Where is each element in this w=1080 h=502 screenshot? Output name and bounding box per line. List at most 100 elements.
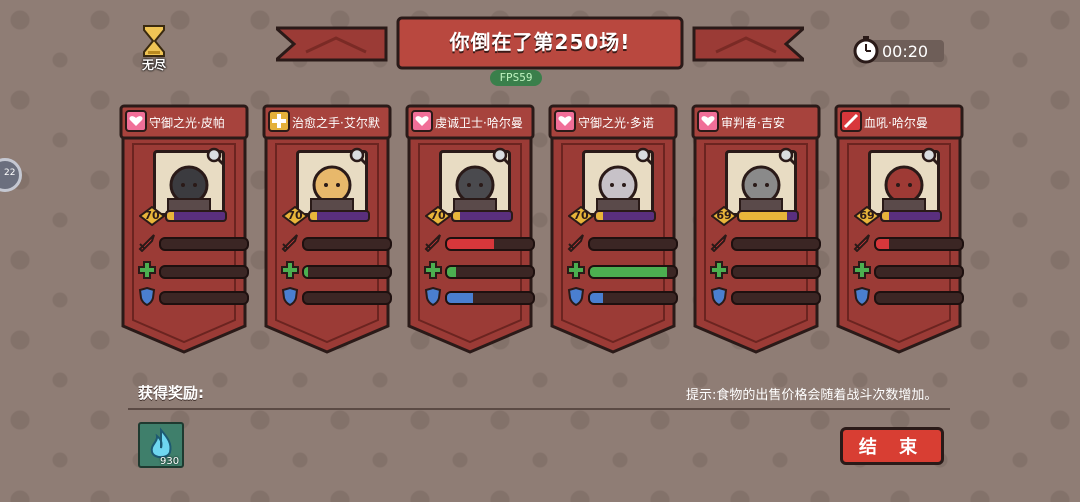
defense-fill — [447, 293, 473, 303]
heart-shield-icon — [411, 110, 433, 132]
xp-fill — [453, 212, 460, 220]
defense-bar — [874, 291, 964, 305]
attack-icon — [566, 232, 586, 256]
attack-fill — [447, 239, 495, 249]
hero-card[interactable]: 治愈之手·艾尔默 70 — [262, 104, 392, 356]
hero-card[interactable]: 血吼·哈尔曼 69 — [834, 104, 964, 356]
timer-text: 00:20 — [882, 42, 929, 61]
level-text: 69 — [859, 209, 875, 222]
magnifier-icon[interactable] — [348, 146, 368, 166]
defense-icon — [709, 286, 729, 310]
divider — [128, 408, 950, 410]
level-text: 69 — [716, 209, 732, 222]
magnifier-icon[interactable] — [920, 146, 940, 166]
attack-bar — [874, 237, 964, 251]
level-text: 70 — [430, 209, 446, 222]
level-text: 70 — [287, 209, 303, 222]
heal-bar — [874, 265, 964, 279]
xp-fill — [596, 212, 603, 220]
defense-bar — [445, 291, 535, 305]
attack-stat — [280, 232, 392, 253]
level-badge: 70 — [281, 205, 309, 227]
reward-count: 930 — [160, 456, 180, 467]
heal-icon — [423, 260, 443, 284]
attack-bar — [731, 237, 821, 251]
reward-label: 获得奖励: — [138, 384, 204, 402]
xp-bar — [165, 210, 227, 222]
magnifier-icon[interactable] — [491, 146, 511, 166]
heal-stat — [137, 260, 249, 280]
magnifier-icon[interactable] — [205, 146, 225, 166]
level-text: 70 — [144, 209, 160, 222]
magnifier-icon[interactable] — [634, 146, 654, 166]
heal-fill — [590, 267, 668, 277]
attack-bar — [159, 237, 249, 251]
attack-stat — [566, 232, 678, 253]
hourglass-icon — [143, 25, 165, 57]
defense-bar — [731, 291, 821, 305]
heart-shield-icon — [697, 110, 719, 132]
hero-card[interactable]: 守御之光·多诺 70 — [548, 104, 678, 356]
attack-stat — [709, 232, 821, 253]
card-frame — [834, 104, 964, 354]
level-badge: 69 — [853, 205, 881, 227]
card-frame — [405, 104, 535, 354]
fps-counter: FPS59 — [490, 70, 542, 86]
hero-card[interactable]: 虔诚卫士·哈尔曼 70 — [405, 104, 535, 356]
heal-icon — [137, 260, 157, 284]
defense-icon — [137, 286, 157, 310]
heal-bar — [302, 265, 392, 279]
heal-bar — [445, 265, 535, 279]
card-frame — [691, 104, 821, 354]
attack-bar — [588, 237, 678, 251]
heal-icon — [709, 260, 729, 284]
heal-stat — [852, 260, 964, 280]
xp-fill — [882, 212, 889, 220]
timer: 00:20 — [852, 36, 944, 64]
defense-fill — [590, 293, 603, 303]
xp-fill — [167, 212, 174, 220]
level-text: 70 — [573, 209, 589, 222]
defense-bar — [588, 291, 678, 305]
defense-stat — [137, 286, 249, 307]
mode-indicator[interactable]: 无尽 — [134, 24, 174, 73]
result-banner: 你倒在了第250场! — [272, 16, 808, 72]
defense-bar — [159, 291, 249, 305]
xp-fill — [739, 212, 787, 220]
defense-stat — [566, 286, 678, 307]
level-badge: 69 — [710, 205, 738, 227]
attack-icon — [709, 232, 729, 256]
xp-fill — [310, 212, 317, 220]
hero-name: 虔诚卫士·哈尔曼 — [435, 116, 523, 130]
card-frame — [548, 104, 678, 354]
heal-stat — [566, 260, 678, 280]
defense-stat — [280, 286, 392, 307]
xp-bar — [308, 210, 370, 222]
end-button[interactable]: 结 束 — [840, 427, 944, 465]
heal-fill — [304, 267, 309, 277]
attack-bar — [302, 237, 392, 251]
hero-name: 守御之光·皮帕 — [149, 116, 225, 130]
magnifier-icon[interactable] — [777, 146, 797, 166]
heal-icon — [566, 260, 586, 284]
stopwatch-icon — [853, 36, 879, 64]
heal-fill — [447, 267, 456, 277]
attack-bar — [445, 237, 535, 251]
card-frame — [262, 104, 392, 354]
heal-bar — [159, 265, 249, 279]
defense-icon — [566, 286, 586, 310]
xp-bar — [737, 210, 799, 222]
hero-card[interactable]: 守御之光·皮帕 70 — [119, 104, 249, 356]
side-badge-count: 22 — [4, 168, 16, 178]
heart-shield-icon — [554, 110, 576, 132]
hero-card[interactable]: 审判者·吉安 69 — [691, 104, 821, 356]
heal-bar — [731, 265, 821, 279]
hero-name: 审判者·吉安 — [721, 116, 785, 130]
xp-bar — [594, 210, 656, 222]
mode-label: 无尽 — [141, 58, 166, 72]
defense-stat — [423, 286, 535, 307]
attack-icon — [137, 232, 157, 256]
heal-icon — [852, 260, 872, 284]
attack-icon — [423, 232, 443, 256]
defense-icon — [852, 286, 872, 310]
